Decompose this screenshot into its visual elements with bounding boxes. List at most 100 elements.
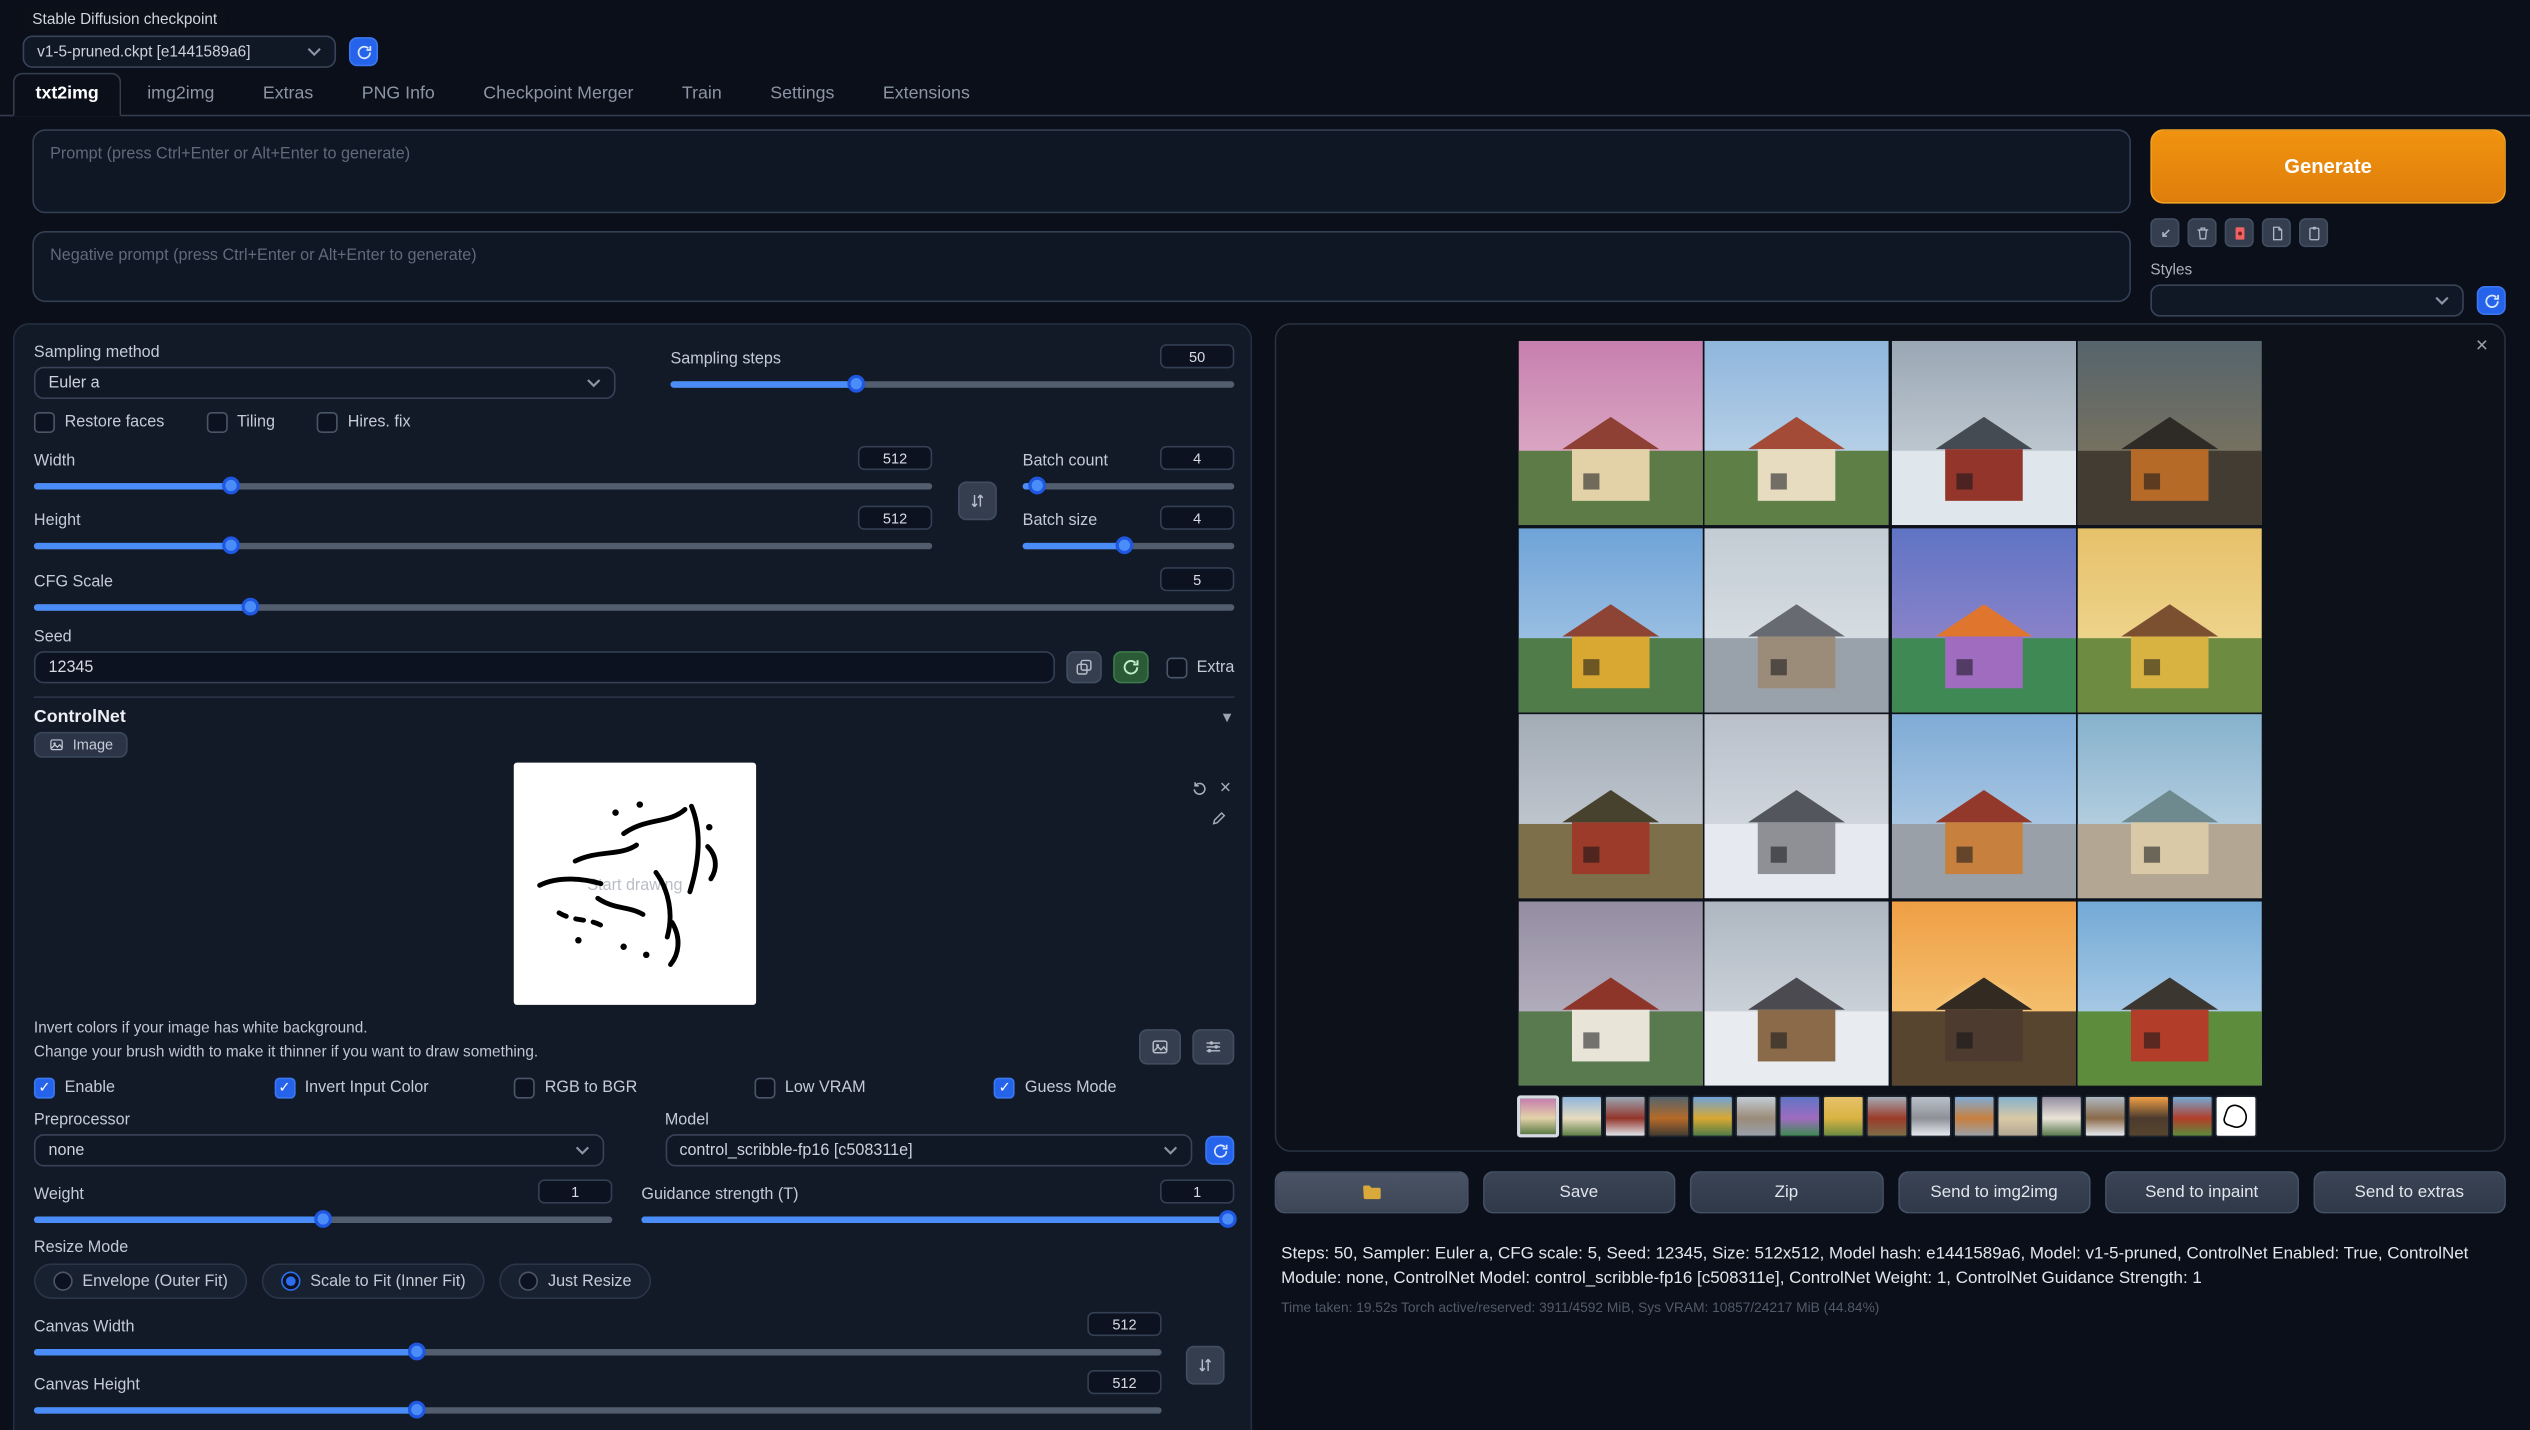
guidance-strength-value[interactable]: 1 — [1160, 1180, 1234, 1204]
slider-knob[interactable] — [223, 536, 241, 554]
canvas-height-value[interactable]: 512 — [1087, 1371, 1161, 1395]
controlnet-weight-slider[interactable] — [34, 1209, 612, 1228]
styles-dropdown[interactable] — [2150, 284, 2463, 316]
tab-img2img[interactable]: img2img — [125, 73, 237, 115]
tab-train[interactable]: Train — [659, 73, 744, 115]
prompt-input[interactable] — [32, 129, 2131, 213]
controlnet-model-dropdown[interactable]: control_scribble-fp16 [c508311e] — [665, 1135, 1192, 1167]
gallery-image-8[interactable] — [2078, 527, 2262, 711]
height-slider[interactable] — [34, 535, 932, 554]
rgb-to-bgr-checkbox[interactable]: RGB to BGR — [514, 1078, 754, 1099]
gallery-thumbnail-1[interactable] — [1517, 1095, 1559, 1137]
style-card-button[interactable] — [2225, 218, 2254, 247]
gallery-image-7[interactable] — [1891, 527, 2075, 711]
gallery-thumbnail-6[interactable] — [1735, 1095, 1777, 1137]
gallery-image-12[interactable] — [2078, 714, 2262, 898]
batch-size-value[interactable]: 4 — [1160, 506, 1234, 530]
tab-png-info[interactable]: PNG Info — [339, 73, 457, 115]
clear-prompt-button[interactable] — [2188, 218, 2217, 247]
sampling-method-dropdown[interactable]: Euler a — [34, 367, 616, 399]
generate-button[interactable]: Generate — [2150, 129, 2505, 203]
hires-fix-checkbox[interactable]: Hires. fix — [317, 412, 411, 433]
gallery-image-3[interactable] — [1891, 341, 2075, 525]
send-to-img2img-button[interactable]: Send to img2img — [1898, 1171, 2091, 1213]
tab-settings[interactable]: Settings — [748, 73, 857, 115]
controlnet-header[interactable]: ControlNet ▼ — [34, 708, 1234, 727]
undo-icon[interactable] — [1191, 778, 1209, 796]
send-to-extras-button[interactable]: Send to extras — [2313, 1171, 2506, 1213]
gallery-thumbnail-7[interactable] — [1779, 1095, 1821, 1137]
clear-canvas-icon[interactable]: × — [1220, 777, 1231, 796]
gallery-thumbnail-3[interactable] — [1604, 1095, 1646, 1137]
preprocessor-dropdown[interactable]: none — [34, 1135, 603, 1167]
upload-image-button[interactable] — [1139, 1030, 1181, 1066]
seed-input[interactable] — [34, 651, 1055, 683]
seed-extra-checkbox[interactable]: Extra — [1166, 657, 1234, 678]
sampling-steps-slider[interactable] — [670, 373, 1234, 392]
restore-faces-checkbox[interactable]: Restore faces — [34, 412, 164, 433]
resize-just-resize-radio[interactable]: Just Resize — [500, 1264, 651, 1300]
controlnet-map-thumbnail[interactable] — [2215, 1095, 2257, 1137]
gallery-image-4[interactable] — [2078, 341, 2262, 525]
canvas-height-slider[interactable] — [34, 1400, 1162, 1419]
negative-prompt-input[interactable] — [32, 231, 2131, 302]
gallery-thumbnail-11[interactable] — [1953, 1095, 1995, 1137]
open-output-folder-button[interactable] — [1275, 1171, 1468, 1213]
gallery-thumbnail-10[interactable] — [1910, 1095, 1952, 1137]
read-params-button[interactable] — [2150, 218, 2179, 247]
invert-input-color-checkbox[interactable]: Invert Input Color — [274, 1078, 514, 1099]
controlnet-weight-value[interactable]: 1 — [538, 1180, 612, 1204]
slider-knob[interactable] — [848, 375, 866, 393]
zip-button[interactable]: Zip — [1690, 1171, 1883, 1213]
send-to-inpaint-button[interactable]: Send to inpaint — [2105, 1171, 2298, 1213]
guess-mode-checkbox[interactable]: Guess Mode — [994, 1078, 1234, 1099]
resize-envelope-radio[interactable]: Envelope (Outer Fit) — [34, 1264, 247, 1300]
tab-txt2img[interactable]: txt2img — [13, 73, 121, 117]
swap-width-height-button[interactable] — [958, 481, 997, 520]
gallery-image-16[interactable] — [2078, 901, 2262, 1085]
slider-knob[interactable] — [408, 1401, 426, 1419]
gallery-image-6[interactable] — [1705, 527, 1889, 711]
resize-scale-to-fit-radio[interactable]: Scale to Fit (Inner Fit) — [262, 1264, 485, 1300]
controlnet-drawing-canvas[interactable]: Start drawing — [513, 763, 755, 1005]
save-style-button[interactable] — [2299, 218, 2328, 247]
tab-extensions[interactable]: Extensions — [860, 73, 992, 115]
gallery-image-11[interactable] — [1891, 714, 2075, 898]
gallery-thumbnail-16[interactable] — [2171, 1095, 2213, 1137]
guidance-strength-slider[interactable] — [641, 1209, 1234, 1228]
gallery-thumbnail-12[interactable] — [1997, 1095, 2039, 1137]
canvas-settings-button[interactable] — [1192, 1030, 1234, 1066]
width-value[interactable]: 512 — [858, 446, 932, 470]
gallery-thumbnail-2[interactable] — [1561, 1095, 1603, 1137]
slider-knob[interactable] — [408, 1343, 426, 1361]
width-slider[interactable] — [34, 475, 932, 494]
apply-style-button[interactable] — [2262, 218, 2291, 247]
save-button[interactable]: Save — [1482, 1171, 1675, 1213]
sampling-steps-value[interactable]: 50 — [1160, 344, 1234, 368]
close-gallery-icon[interactable]: × — [2476, 333, 2488, 357]
height-value[interactable]: 512 — [858, 506, 932, 530]
slider-knob[interactable] — [1115, 536, 1133, 554]
low-vram-checkbox[interactable]: Low VRAM — [754, 1078, 994, 1099]
swap-canvas-dimensions-button[interactable] — [1186, 1346, 1225, 1385]
gallery-image-9[interactable] — [1518, 714, 1702, 898]
gallery-image-15[interactable] — [1891, 901, 2075, 1085]
gallery-thumbnail-14[interactable] — [2084, 1095, 2126, 1137]
cfg-scale-slider[interactable] — [34, 596, 1234, 615]
controlnet-image-tab[interactable]: Image — [34, 732, 128, 758]
gallery-image-13[interactable] — [1518, 901, 1702, 1085]
gallery-thumbnail-13[interactable] — [2041, 1095, 2083, 1137]
slider-knob[interactable] — [1029, 477, 1047, 495]
model-refresh-button[interactable] — [1205, 1136, 1234, 1165]
gallery-image-5[interactable] — [1518, 527, 1702, 711]
gallery-image-1[interactable] — [1518, 341, 1702, 525]
slider-knob[interactable] — [241, 598, 259, 616]
batch-size-slider[interactable] — [1023, 535, 1235, 554]
gallery-image-2[interactable] — [1705, 341, 1889, 525]
tab-extras[interactable]: Extras — [240, 73, 336, 115]
gallery-thumbnail-5[interactable] — [1692, 1095, 1734, 1137]
gallery-thumbnail-15[interactable] — [2128, 1095, 2170, 1137]
batch-count-value[interactable]: 4 — [1160, 446, 1234, 470]
brush-icon[interactable] — [1210, 809, 1228, 827]
gallery-image-10[interactable] — [1705, 714, 1889, 898]
